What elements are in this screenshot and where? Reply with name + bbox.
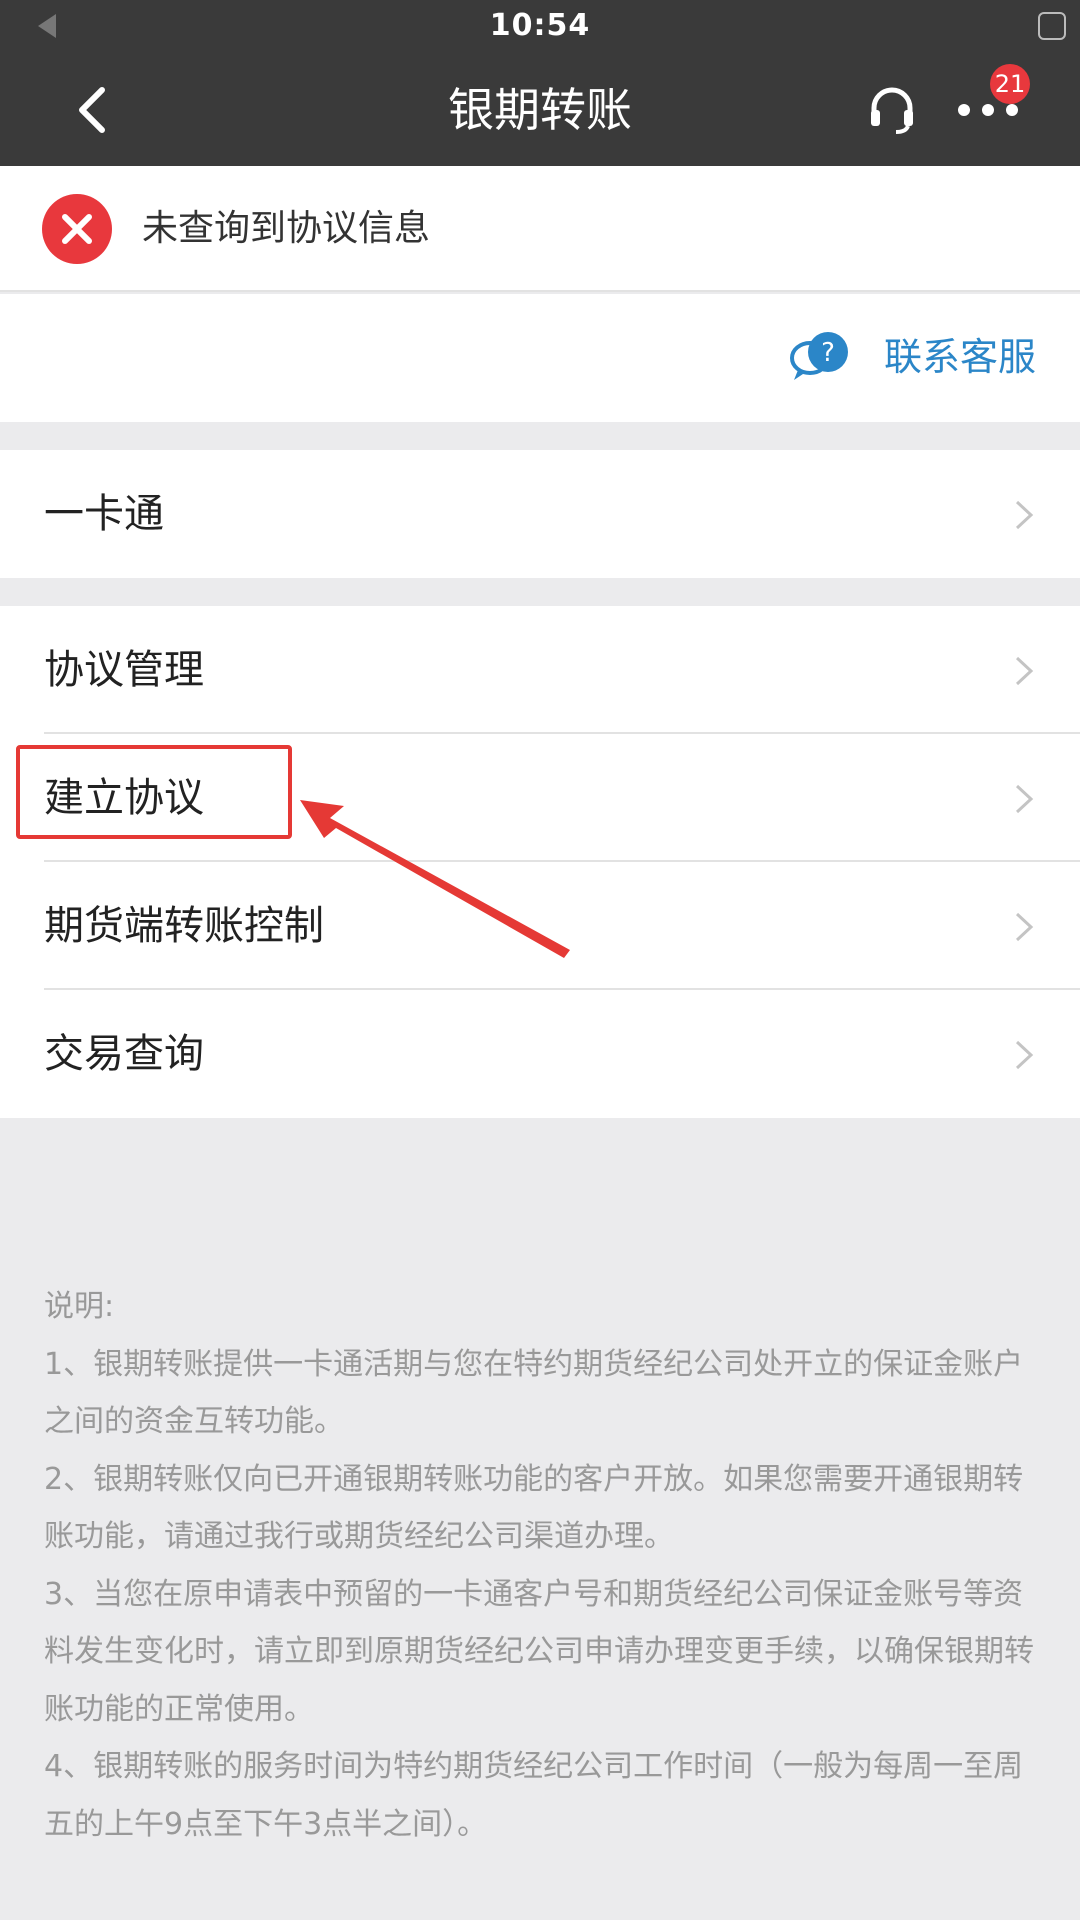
menu-item-label: 一卡通 <box>44 491 164 537</box>
headset-icon[interactable] <box>866 82 918 134</box>
chevron-right-icon <box>1015 784 1034 814</box>
page-title: 银期转账 <box>448 83 632 137</box>
notes-heading: 说明: <box>44 1289 115 1324</box>
menu-item-agreement-management[interactable]: 协议管理 <box>0 606 1080 734</box>
note-item: 4、银期转账的服务时间为特约期货经纪公司工作时间（一般为每周一至周五的上午9点至… <box>44 1749 1024 1842</box>
status-time: 10:54 <box>489 8 591 43</box>
red-arrow-annotation <box>300 800 570 958</box>
svg-text:?: ? <box>821 338 835 368</box>
nav-bar: 银期转账 21 <box>0 52 1080 166</box>
chevron-right-icon <box>1015 656 1034 686</box>
menu-item-label: 协议管理 <box>44 647 204 693</box>
note-item: 2、银期转账仅向已开通银期转账功能的客户开放。如果您需要开通银期转账功能，请通过… <box>44 1461 1024 1555</box>
contact-service-link[interactable]: 联系客服 <box>884 332 1036 382</box>
chevron-right-icon <box>1015 912 1034 942</box>
notification-badge: 21 <box>990 64 1030 104</box>
highlight-box-annotation <box>16 745 292 839</box>
note-item: 1、银期转账提供一卡通活期与您在特约期货经纪公司处开立的保证金账户之间的资金互转… <box>44 1346 1024 1440</box>
menu-group-card: 一卡通 <box>0 450 1080 578</box>
chevron-right-icon <box>1015 500 1034 530</box>
menu-item-transaction-query[interactable]: 交易查询 <box>0 990 1080 1118</box>
contact-section: ? 联系客服 <box>0 294 1080 422</box>
close-circle-icon <box>42 194 112 264</box>
chevron-right-icon <box>1015 1040 1034 1070</box>
menu-item-label: 期货端转账控制 <box>44 903 324 949</box>
note-item: 3、当您在原申请表中预留的一卡通客户号和期货经纪公司保证金账号等资料发生变化时，… <box>44 1576 1034 1727</box>
battery-icon <box>1038 12 1066 40</box>
alert-message: 未查询到协议信息 <box>142 208 431 249</box>
menu-item-label: 交易查询 <box>44 1031 204 1077</box>
chat-question-icon[interactable]: ? <box>790 330 850 384</box>
alert-banner: 未查询到协议信息 <box>0 166 1080 292</box>
notes-section: 说明: 1、银期转账提供一卡通活期与您在特约期货经纪公司处开立的保证金账户之间的… <box>44 1278 1044 1853</box>
menu-item-yikatong[interactable]: 一卡通 <box>0 450 1080 578</box>
status-bar: 10:54 <box>0 0 1080 52</box>
